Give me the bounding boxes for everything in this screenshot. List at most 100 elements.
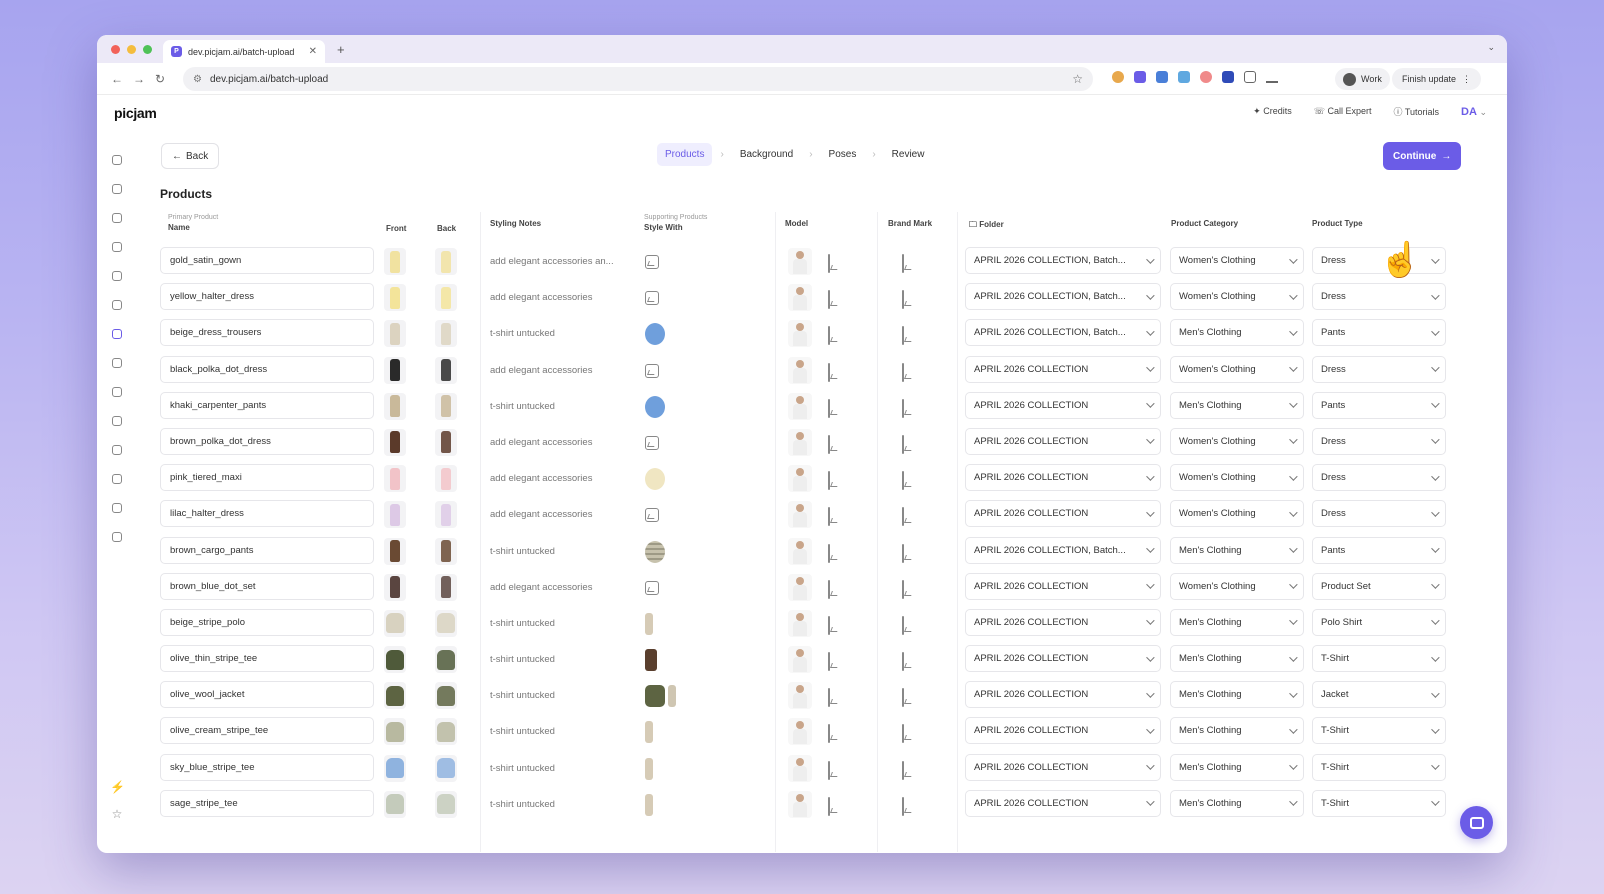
product-name-input[interactable]: olive_thin_stripe_tee — [160, 645, 374, 673]
brand-mark-icon[interactable] — [902, 760, 904, 780]
back-image-thumb[interactable] — [435, 392, 457, 420]
back-image-thumb[interactable] — [435, 609, 457, 637]
product-name-input[interactable]: brown_polka_dot_dress — [160, 427, 374, 455]
tab-menu-chevron-icon[interactable]: ⌄ — [1487, 42, 1495, 53]
model-thumb[interactable] — [788, 356, 812, 384]
type-select[interactable]: Dress — [1312, 427, 1446, 455]
model-thumb[interactable] — [788, 537, 812, 565]
style-with-cell[interactable] — [645, 793, 685, 817]
extension-icon[interactable] — [1200, 71, 1212, 83]
model-thumb[interactable] — [788, 609, 812, 637]
reload-icon[interactable]: ↻ — [155, 72, 165, 86]
download-icon[interactable] — [1266, 71, 1278, 83]
change-model-icon[interactable] — [828, 724, 830, 744]
call-expert-button[interactable]: ☏ Call Expert — [1314, 106, 1372, 117]
type-select[interactable]: Jacket — [1312, 681, 1446, 709]
style-with-cell[interactable] — [645, 684, 685, 708]
styling-notes[interactable]: add elegant accessories — [490, 509, 635, 520]
brand-mark-icon[interactable] — [902, 290, 904, 310]
type-select[interactable]: T-Shirt — [1312, 645, 1446, 673]
styling-notes[interactable]: add elegant accessories an... — [490, 256, 635, 267]
back-image-thumb[interactable] — [435, 573, 457, 601]
styling-notes[interactable]: t-shirt untucked — [490, 654, 635, 665]
model-thumb[interactable] — [788, 284, 812, 312]
copy-icon[interactable] — [110, 211, 124, 225]
extension-icon[interactable] — [1222, 71, 1234, 83]
brand-mark-icon[interactable] — [902, 543, 904, 563]
product-name-input[interactable]: olive_wool_jacket — [160, 681, 374, 709]
styling-notes[interactable]: t-shirt untucked — [490, 799, 635, 810]
model-thumb[interactable] — [788, 320, 812, 348]
back-image-thumb[interactable] — [435, 465, 457, 493]
type-select[interactable]: Pants — [1312, 536, 1446, 564]
change-model-icon[interactable] — [828, 760, 830, 780]
styling-notes[interactable]: t-shirt untucked — [490, 726, 635, 737]
type-select[interactable]: T-Shirt — [1312, 753, 1446, 781]
brand-mark-icon[interactable] — [902, 796, 904, 816]
add-image-icon[interactable] — [645, 508, 659, 523]
model-thumb[interactable] — [788, 718, 812, 746]
grid-icon[interactable] — [110, 240, 124, 254]
back-image-thumb[interactable] — [435, 248, 457, 275]
product-name-input[interactable]: brown_cargo_pants — [160, 536, 374, 564]
brand-mark-icon[interactable] — [902, 434, 904, 454]
folder-select[interactable]: APRIL 2026 COLLECTION — [965, 391, 1161, 419]
tutorials-button[interactable]: ⓘ Tutorials — [1394, 105, 1440, 118]
back-button[interactable]: ← Back — [161, 143, 220, 169]
close-tab-icon[interactable]: ✕ — [309, 46, 317, 57]
add-image-icon[interactable] — [645, 363, 659, 378]
style-with-cell[interactable] — [645, 250, 685, 274]
back-image-thumb[interactable] — [435, 428, 457, 456]
category-select[interactable]: Women's Clothing — [1170, 283, 1304, 311]
change-model-icon[interactable] — [828, 579, 830, 599]
styling-notes[interactable]: t-shirt untucked — [490, 618, 635, 629]
profile-button[interactable]: Work — [1335, 68, 1390, 90]
eraser-icon[interactable] — [110, 472, 124, 486]
styling-notes[interactable]: add elegant accessories — [490, 365, 635, 376]
change-model-icon[interactable] — [828, 615, 830, 635]
type-select[interactable]: Pants — [1312, 319, 1446, 347]
back-image-thumb[interactable] — [435, 718, 457, 746]
bolt-icon[interactable]: ⚡ — [110, 780, 125, 794]
style-with-cell[interactable] — [645, 540, 685, 564]
back-image-thumb[interactable] — [435, 320, 457, 348]
product-name-input[interactable]: brown_blue_dot_set — [160, 572, 374, 600]
front-image-thumb[interactable] — [384, 646, 406, 674]
style-with-cell[interactable] — [645, 648, 685, 672]
change-model-icon[interactable] — [828, 471, 830, 491]
type-select[interactable]: T-Shirt — [1312, 789, 1446, 817]
product-name-input[interactable]: sage_stripe_tee — [160, 789, 374, 817]
category-select[interactable]: Women's Clothing — [1170, 572, 1304, 600]
brand-mark-icon[interactable] — [902, 652, 904, 672]
front-image-thumb[interactable] — [384, 428, 406, 456]
back-image-thumb[interactable] — [435, 284, 457, 312]
style-with-cell[interactable] — [645, 286, 685, 310]
category-select[interactable]: Women's Clothing — [1170, 500, 1304, 528]
brand-mark-icon[interactable] — [902, 471, 904, 491]
back-image-thumb[interactable] — [435, 501, 457, 529]
back-image-thumb[interactable] — [435, 682, 457, 710]
front-image-thumb[interactable] — [384, 573, 406, 601]
address-bar[interactable]: ⚙ dev.picjam.ai/batch-upload ☆ — [183, 67, 1093, 91]
add-image-icon[interactable] — [645, 580, 659, 595]
front-image-thumb[interactable] — [384, 682, 406, 710]
front-image-thumb[interactable] — [384, 465, 406, 493]
folder-select[interactable]: APRIL 2026 COLLECTION — [965, 500, 1161, 528]
category-select[interactable]: Women's Clothing — [1170, 355, 1304, 383]
style-with-cell[interactable] — [645, 720, 685, 744]
type-select[interactable]: Polo Shirt — [1312, 608, 1446, 636]
minimize-window-button[interactable] — [127, 45, 136, 54]
category-select[interactable]: Men's Clothing — [1170, 717, 1304, 745]
category-select[interactable]: Men's Clothing — [1170, 608, 1304, 636]
extension-icon[interactable] — [1134, 71, 1146, 83]
back-image-thumb[interactable] — [435, 646, 457, 674]
folder-select[interactable]: APRIL 2026 COLLECTION — [965, 427, 1161, 455]
front-image-thumb[interactable] — [384, 790, 406, 818]
front-image-thumb[interactable] — [384, 320, 406, 348]
type-select[interactable]: Dress — [1312, 283, 1446, 311]
folder-select[interactable]: APRIL 2026 COLLECTION, Batch... — [965, 319, 1161, 347]
extension-icon[interactable] — [1156, 71, 1168, 83]
style-with-cell[interactable] — [645, 395, 685, 419]
site-info-icon[interactable]: ⚙ — [193, 74, 202, 85]
back-image-thumb[interactable] — [435, 790, 457, 818]
